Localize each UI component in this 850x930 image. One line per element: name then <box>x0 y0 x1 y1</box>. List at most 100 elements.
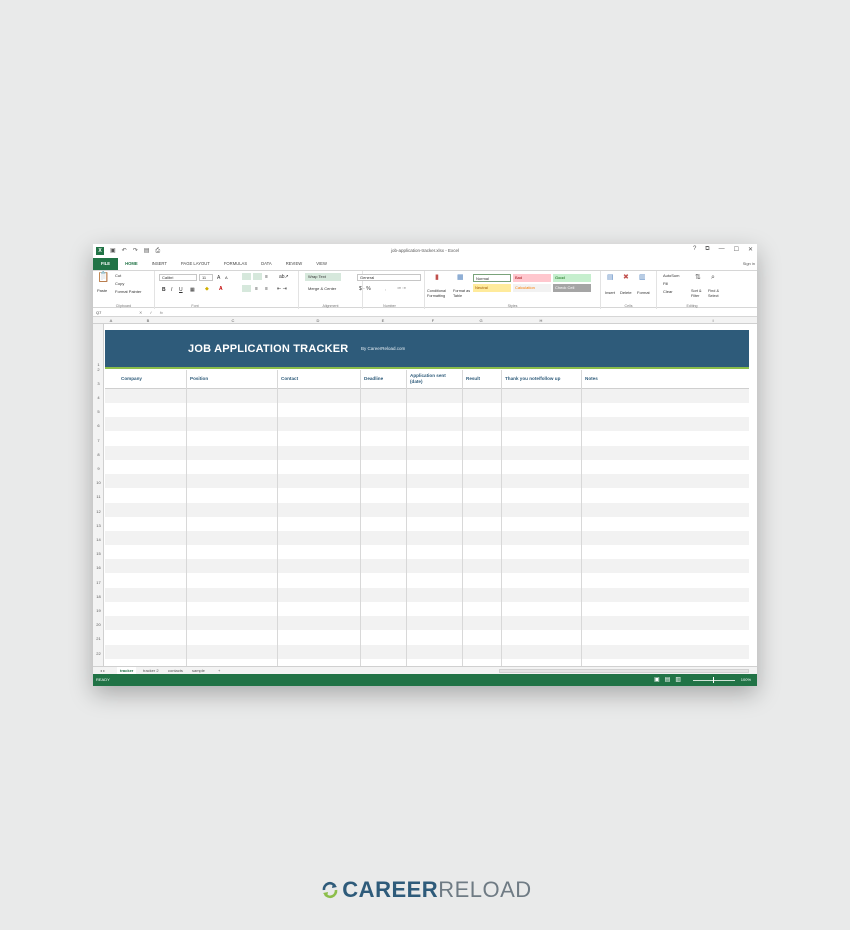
row-header[interactable]: 11 <box>93 494 104 499</box>
align-middle-icon[interactable] <box>253 273 262 280</box>
table-row[interactable] <box>105 630 749 645</box>
font-shrink-icon[interactable]: A <box>225 275 228 280</box>
name-box[interactable]: Q7 <box>95 309 131 316</box>
align-left-icon[interactable] <box>242 285 251 292</box>
cell-style-normal[interactable]: Normal <box>473 274 511 282</box>
format-as-table-button[interactable]: Format as Table <box>453 289 471 298</box>
header-company[interactable]: Company <box>121 376 142 382</box>
tab-page-layout[interactable]: PAGE LAYOUT <box>174 258 217 270</box>
clear-button[interactable]: Clear <box>663 289 673 294</box>
tab-file[interactable]: FILE <box>93 258 119 270</box>
tab-data[interactable]: DATA <box>254 258 279 270</box>
enter-icon[interactable]: ✓ <box>149 308 152 317</box>
paste-button[interactable]: Paste <box>97 288 107 293</box>
table-row[interactable] <box>105 531 749 545</box>
table-row[interactable] <box>105 431 749 446</box>
row-header[interactable]: 10 <box>93 480 104 485</box>
cell-style-neutral[interactable]: Neutral <box>473 284 511 292</box>
insert-button[interactable]: Insert <box>605 290 615 295</box>
underline-button[interactable]: U <box>179 287 183 293</box>
row-header[interactable]: 4 <box>93 395 104 400</box>
zoom-slider[interactable] <box>693 679 735 681</box>
column-header[interactable]: A <box>106 318 116 323</box>
comma-icon[interactable]: , <box>385 286 386 291</box>
table-row[interactable] <box>105 488 749 503</box>
table-row[interactable] <box>105 545 749 560</box>
header-result[interactable]: Result <box>466 376 480 382</box>
wrap-text-button[interactable]: Wrap Text <box>308 274 326 279</box>
fill-color-icon[interactable]: ◆ <box>205 286 209 292</box>
tab-home[interactable]: HOME <box>118 258 145 270</box>
tab-formulas[interactable]: FORMULAS <box>217 258 254 270</box>
row-header[interactable]: 17 <box>93 580 104 585</box>
decimal-icon[interactable]: ⁺⁰ ⁻⁰ <box>397 286 406 291</box>
table-row[interactable] <box>105 516 749 531</box>
tab-review[interactable]: REVIEW <box>279 258 310 270</box>
font-name-select[interactable]: Calibri <box>159 274 197 281</box>
row-header[interactable]: 19 <box>93 608 104 613</box>
table-row[interactable] <box>105 573 749 588</box>
sign-in-link[interactable]: Sign in <box>743 258 757 270</box>
autosum-button[interactable]: AutoSum <box>663 273 679 278</box>
tab-insert[interactable]: INSERT <box>145 258 174 270</box>
borders-icon[interactable]: ▦ <box>190 287 195 293</box>
paste-icon[interactable]: 📋 <box>97 273 109 283</box>
row-header[interactable]: 22 <box>93 651 104 656</box>
insert-cells-icon[interactable]: ▤ <box>607 274 614 282</box>
indent-icon[interactable]: ⇤ ⇥ <box>277 286 287 292</box>
row-header[interactable]: 21 <box>93 636 104 641</box>
find-select-icon[interactable]: ⌕ <box>711 274 715 282</box>
help-icon[interactable]: ? <box>693 246 696 253</box>
column-header[interactable]: E <box>378 318 388 323</box>
table-row[interactable] <box>105 403 749 418</box>
cut-button[interactable]: Cut <box>115 273 121 278</box>
align-right-icon[interactable]: ≡ <box>265 286 268 292</box>
font-grow-icon[interactable]: A <box>217 275 220 281</box>
column-header[interactable]: G <box>476 318 486 323</box>
row-header[interactable]: 7 <box>93 438 104 443</box>
cell-style-good[interactable]: Good <box>553 274 591 282</box>
table-row[interactable] <box>105 587 749 602</box>
tab-view[interactable]: VIEW <box>309 258 334 270</box>
align-center-icon[interactable]: ≡ <box>255 286 258 292</box>
font-size-select[interactable]: 11 <box>199 274 213 281</box>
conditional-formatting-button[interactable]: Conditional Formatting <box>427 289 453 298</box>
column-header[interactable]: H <box>536 318 546 323</box>
column-header[interactable]: D <box>313 318 323 323</box>
sort-filter-icon[interactable]: ⇅ <box>695 274 701 282</box>
currency-icon[interactable]: $ · % <box>359 286 371 292</box>
conditional-formatting-icon[interactable]: ▮ <box>435 274 439 282</box>
row-header[interactable]: 14 <box>93 537 104 542</box>
format-cells-icon[interactable]: ▥ <box>639 274 646 282</box>
column-header[interactable]: F <box>428 318 438 323</box>
cell-style-calculation[interactable]: Calculation <box>513 284 551 292</box>
page-layout-view-icon[interactable]: ▤ <box>665 676 671 683</box>
ribbon-display-icon[interactable]: ⧉ <box>705 246 709 253</box>
format-as-table-icon[interactable]: ▦ <box>457 274 464 282</box>
cell-style-check-cell[interactable]: Check Cell <box>553 284 591 292</box>
page-break-view-icon[interactable]: ▥ <box>675 676 681 683</box>
merge-center-button[interactable]: Merge & Center <box>308 286 336 291</box>
horizontal-scrollbar[interactable] <box>499 669 749 673</box>
minimize-icon[interactable]: — <box>719 246 725 253</box>
table-row[interactable] <box>105 616 749 631</box>
row-header[interactable]: 3 <box>93 381 104 386</box>
fill-button[interactable]: Fill <box>663 281 668 286</box>
delete-cells-icon[interactable]: ✖ <box>623 274 629 282</box>
row-header[interactable]: 8 <box>93 452 104 457</box>
row-header[interactable]: 6 <box>93 423 104 428</box>
row-header[interactable]: 16 <box>93 565 104 570</box>
delete-button[interactable]: Delete <box>620 290 632 295</box>
fx-icon[interactable]: fx <box>160 308 163 317</box>
header-notes[interactable]: Notes <box>585 376 598 382</box>
close-icon[interactable]: ✕ <box>748 246 753 253</box>
row-header[interactable]: 18 <box>93 594 104 599</box>
row-header[interactable]: 12 <box>93 509 104 514</box>
row-header[interactable]: 15 <box>93 551 104 556</box>
find-select-button[interactable]: Find & Select <box>708 289 724 298</box>
italic-button[interactable]: I <box>171 287 172 293</box>
column-header[interactable]: I <box>708 318 718 323</box>
cancel-icon[interactable]: ✕ <box>139 308 142 317</box>
table-row[interactable] <box>105 644 749 659</box>
table-row[interactable] <box>105 389 749 403</box>
